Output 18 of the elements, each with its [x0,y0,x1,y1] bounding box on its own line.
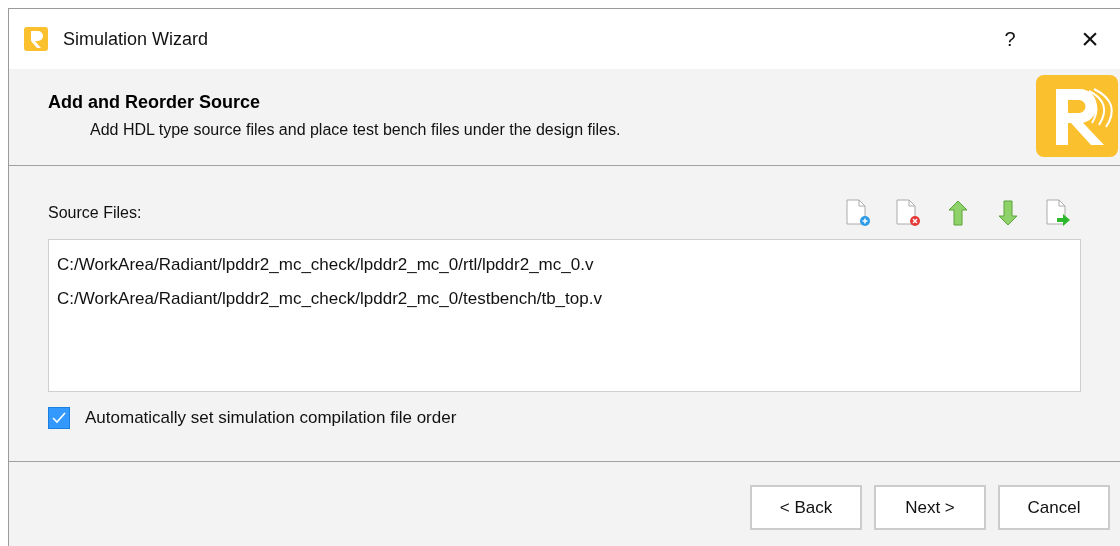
add-file-icon[interactable] [845,199,871,227]
page-subtitle: Add HDL type source files and place test bench files under the design files. [89,120,621,140]
dialog-button[interactable]: Next > [874,485,986,530]
dialog-button[interactable]: < Back [750,485,862,530]
app-logo-icon [23,26,49,52]
check-icon [52,412,66,424]
export-file-icon[interactable] [1045,199,1071,227]
checkbox[interactable] [48,407,70,429]
help-button[interactable]: ? [990,19,1030,59]
window-title: Simulation Wizard [63,27,209,51]
close-button[interactable]: × [1070,19,1110,59]
page-title: Add and Reorder Source [48,91,262,114]
file-item[interactable]: C:/WorkArea/Radiant/lpddr2_mc_check/lpddr2_mc_0/testbench/tb_top.v [49,282,1080,316]
file-item[interactable]: C:/WorkArea/Radiant/lpddr2_mc_check/lpddr2_mc_0/rtl/lpddr2_mc_0.v [49,248,1080,282]
checkbox-label[interactable]: Automatically set simulation compilation file order [85,405,457,431]
remove-file-icon[interactable] [895,199,921,227]
source-files-label: Source Files: [48,203,142,223]
dialog-button[interactable]: Cancel [998,485,1110,530]
